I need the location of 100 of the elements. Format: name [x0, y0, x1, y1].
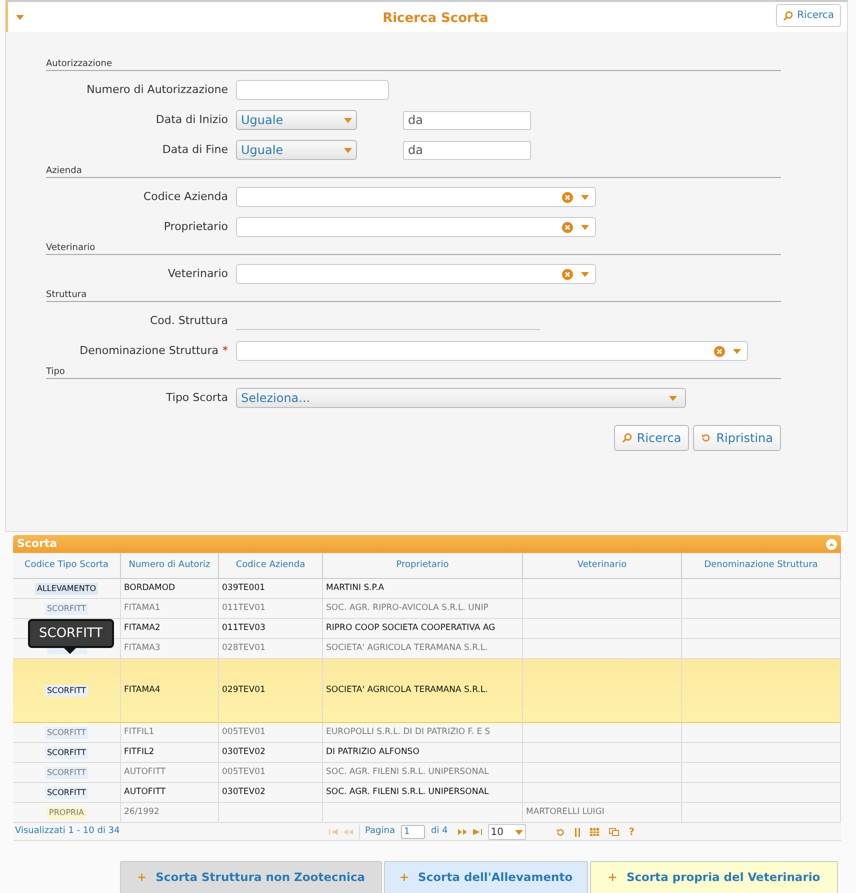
table-cell: SOCIETA' AGRICOLA TERAMANA S.R.L. — [326, 642, 488, 655]
table-row[interactable]: PROPRIA 26/1992 MARTORELLI LUIGI — [13, 803, 841, 823]
clear-icon[interactable] — [562, 192, 573, 202]
table-cell: BORDAMOD — [124, 582, 176, 595]
page-label: Pagina — [359, 825, 395, 839]
window-icon[interactable] — [608, 828, 619, 836]
table-cell: SOCIETA' AGRICOLA TERAMANA S.R.L. — [326, 684, 488, 697]
required-mark: * — [222, 344, 228, 357]
next-page-icon[interactable] — [458, 829, 467, 835]
clear-icon[interactable] — [562, 222, 573, 232]
add-button[interactable]: + Scorta dell'Allevamento — [384, 861, 588, 893]
field-label: Denominazione Struttura — [80, 344, 218, 357]
table-row[interactable]: SCORFITT FITFIL1 005TEV01 EUROPOLLI S.R.L. DI DI PATRIZIO F. E S — [13, 723, 841, 743]
input-field[interactable] — [236, 80, 389, 100]
search-icon — [783, 10, 794, 20]
table-cell: FITFIL1 — [124, 726, 154, 739]
last-page-icon[interactable] — [472, 829, 482, 835]
type-select[interactable]: Seleziona... — [236, 388, 686, 408]
table-row[interactable]: SCORFITT AUTOFITT 005TEV01 SOC. AGR. FILENI S.R.L. UNIPERSONAL — [13, 763, 841, 783]
column-header[interactable]: Proprietario — [323, 553, 523, 578]
page-size-select[interactable]: 10 — [488, 824, 526, 840]
type-badge: SCORFITT — [44, 786, 88, 798]
table-cell: MARTORELLI LUIGI — [526, 806, 604, 819]
table-cell: RIPRO COOP SOCIETA COOPERATIVA AG — [326, 622, 496, 635]
field-label: Data di Inizio — [156, 112, 228, 126]
type-badge: SCORFITT — [44, 602, 88, 614]
combo-field[interactable] — [236, 341, 748, 361]
caret-icon — [669, 396, 677, 400]
caret-icon — [344, 118, 352, 122]
header-search-button[interactable]: Ricerca — [776, 4, 841, 27]
search-icon — [622, 433, 632, 443]
column-header[interactable]: Codice Azienda — [219, 553, 323, 578]
column-header[interactable]: Veterinario — [523, 553, 682, 578]
column-header[interactable]: Numero di Autoriz — [121, 553, 219, 578]
table-cell: FITAMA1 — [124, 602, 160, 615]
type-badge: SCORFITT — [44, 726, 88, 738]
caret-icon — [581, 272, 589, 276]
table-row[interactable]: ALLEVAMENTO BORDAMOD 039TE001 MARTINI S.P.A — [13, 579, 841, 599]
operator-select[interactable]: Uguale — [236, 140, 357, 160]
caret-icon — [733, 348, 741, 354]
combo-field[interactable] — [236, 217, 596, 237]
help-link[interactable]: ? — [628, 824, 635, 840]
previous-page-icon[interactable] — [344, 829, 353, 835]
pause-icon[interactable] — [574, 828, 580, 836]
table-cell: 011TEV01 — [222, 602, 266, 615]
table-cell: FITFIL2 — [124, 746, 154, 759]
table-cell: SOC. AGR. RIPRO-AVICOLA S.R.L. UNIP — [326, 602, 488, 615]
table-row[interactable]: SCORFITT AUTOFITT 030TEV02 SOC. AGR. FILENI S.R.L. UNIPERSONAL — [13, 783, 841, 803]
refresh-icon[interactable] — [556, 828, 565, 836]
search-button[interactable]: Ricerca — [614, 425, 690, 451]
table-cell: AUTOFITT — [124, 766, 166, 779]
table-cell: SOC. AGR. FILENI S.R.L. UNIPERSONAL — [326, 786, 489, 799]
table-cell: DI PATRIZIO ALFONSO — [326, 746, 420, 759]
page-count: di 4 — [430, 825, 448, 838]
add-button[interactable]: + Scorta propria del Veterinario — [590, 861, 838, 893]
tooltip: SCORFITT — [28, 619, 114, 648]
collapse-icon — [16, 14, 24, 20]
table-cell: 26/1992 — [124, 806, 160, 819]
caret-icon — [581, 224, 589, 230]
panel-title: Ricerca Scorta — [382, 11, 488, 26]
column-header[interactable]: Denominazione Struttura — [682, 553, 841, 578]
table-cell: MARTINI S.P.A — [326, 582, 384, 595]
clear-icon[interactable] — [562, 268, 573, 280]
field-label: Data di Fine — [162, 142, 228, 156]
caret-icon — [581, 194, 589, 200]
table-cell: 030TEV02 — [222, 786, 266, 799]
page-field[interactable]: 1 — [400, 825, 425, 839]
add-button[interactable]: + Scorta Struttura non Zootecnica — [120, 861, 382, 893]
table-cell: FITAMA4 — [124, 684, 160, 697]
type-badge: ALLEVAMENTO — [35, 582, 98, 594]
reset-button[interactable]: Ripristina — [693, 425, 781, 451]
reset-icon — [701, 433, 712, 443]
field-label: Codice Azienda — [143, 190, 228, 203]
table-row[interactable]: SCORFITT FITAMA4 029TEV01 SOCIETA' AGRICOLA TERAMANA S.R.L. — [13, 659, 841, 723]
table-row[interactable]: FITAMA3 028TEV01 SOCIETA' AGRICOLA TERAMANA S.R.L. — [13, 639, 841, 659]
date-field[interactable]: da — [403, 140, 531, 160]
table-cell: SOC. AGR. FILENI S.R.L. UNIPERSONAL — [326, 766, 489, 779]
field-label: Proprietario — [164, 220, 228, 233]
clear-icon[interactable] — [714, 346, 725, 356]
grid-icon[interactable] — [590, 828, 599, 836]
table-row[interactable]: SCORFITT FITAMA1 011TEV01 SOC. AGR. RIPRO-AVICOLA S.R.L. UNIP — [13, 599, 841, 619]
table-cell: 005TEV01 — [222, 726, 266, 739]
table-row[interactable]: SCORFITT FITFIL2 030TEV02 DI PATRIZIO ALFONSO — [13, 743, 841, 763]
first-page-icon[interactable] — [329, 829, 338, 835]
column-header[interactable]: Codice Tipo Scorta — [13, 553, 121, 578]
operator-select[interactable]: Uguale — [236, 110, 357, 130]
table-cell: 030TEV02 — [222, 746, 266, 759]
caret-icon — [344, 148, 352, 152]
table-cell: 005TEV01 — [222, 766, 266, 779]
grid-title: Scorta — [17, 536, 58, 552]
date-field[interactable]: da — [403, 110, 531, 130]
table-cell: 028TEV01 — [222, 642, 266, 655]
field-label: Cod. Struttura — [150, 314, 228, 327]
type-badge: SCORFITT — [44, 684, 88, 696]
combo-field[interactable] — [236, 264, 596, 284]
combo-field[interactable] — [236, 187, 596, 207]
section-title: Tipo — [46, 367, 65, 378]
record-summary: Visualizzati 1 - 10 di 34 — [14, 824, 120, 838]
type-badge: SCORFITT — [44, 766, 88, 778]
collapse-icon[interactable] — [826, 538, 837, 550]
